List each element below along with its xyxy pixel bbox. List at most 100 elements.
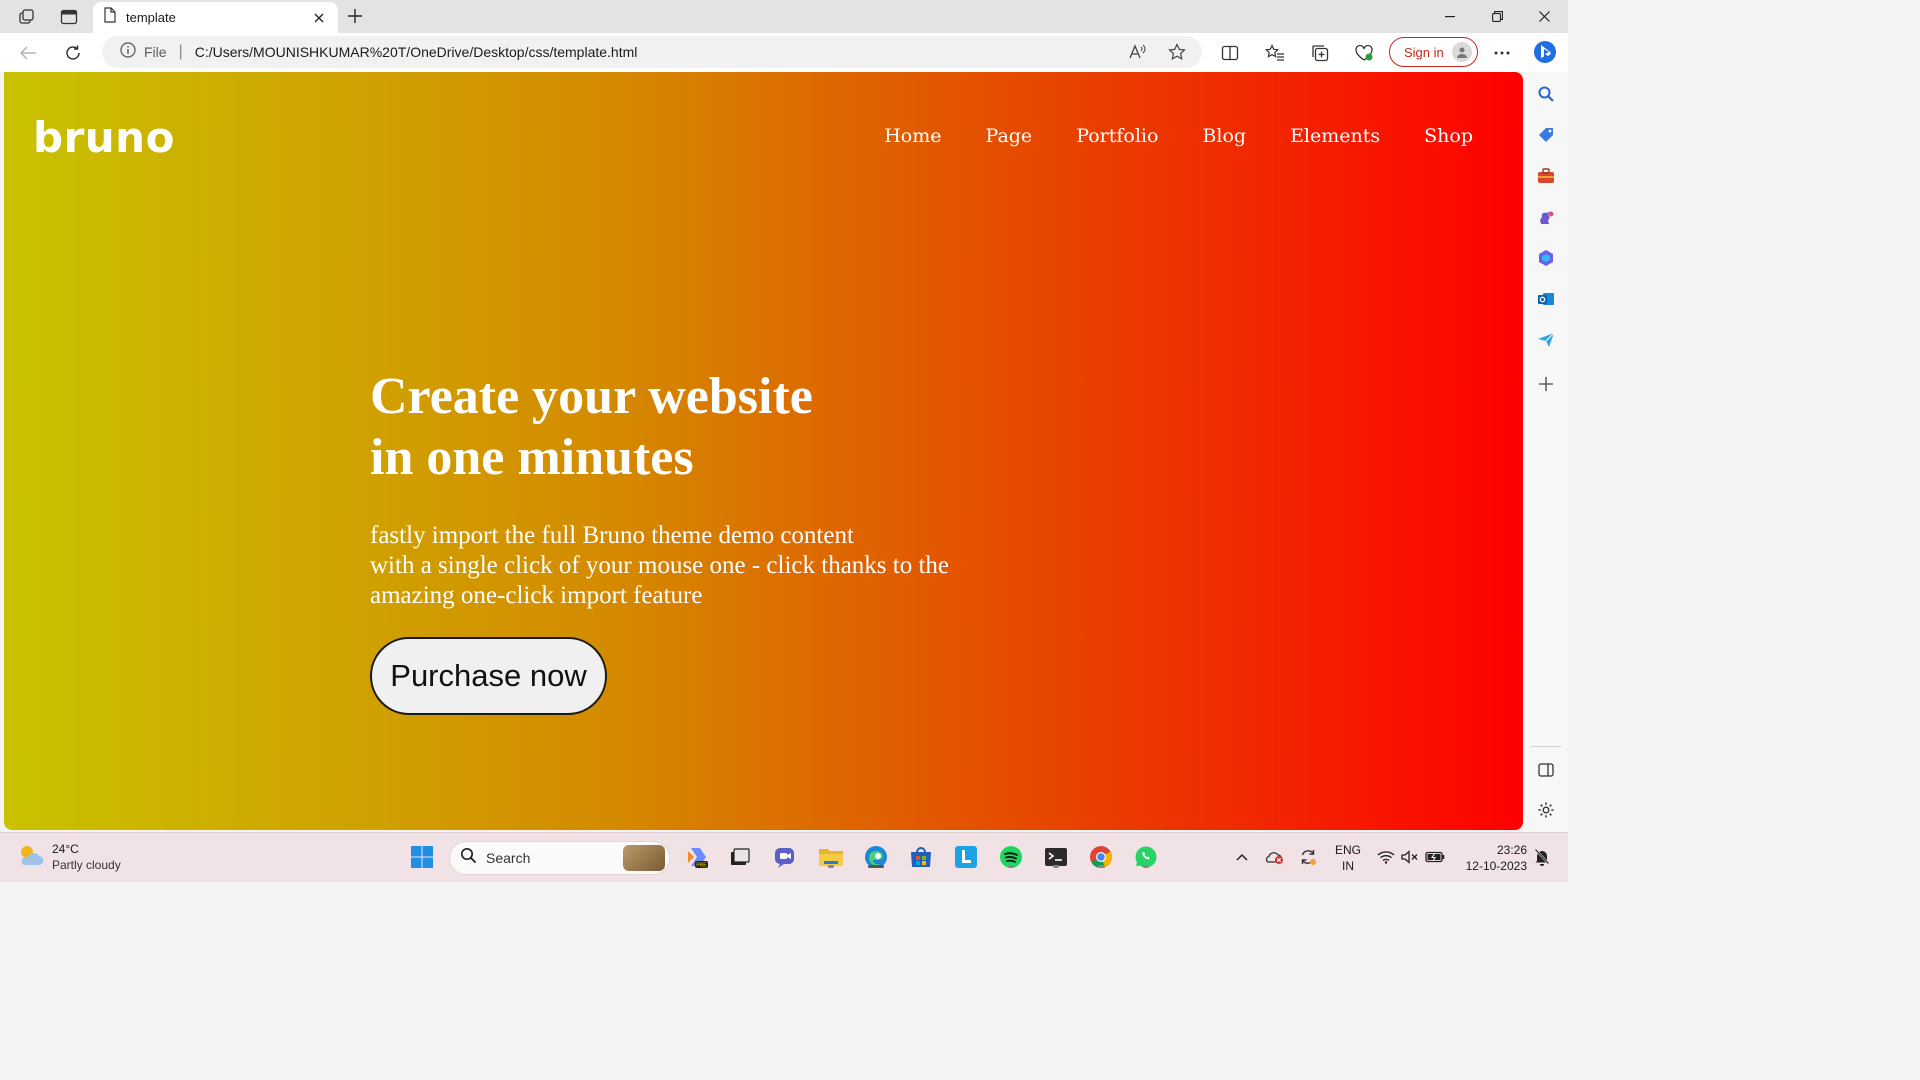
clock-date: 12-10-2023 — [1465, 859, 1527, 873]
weather-condition: Partly cloudy — [52, 858, 121, 872]
sign-in-label: Sign in — [1404, 44, 1444, 60]
restore-icon[interactable] — [1474, 0, 1520, 33]
running-indicator — [1053, 865, 1059, 868]
tab-actions-icon[interactable] — [54, 4, 84, 30]
running-indicator — [868, 865, 884, 868]
microsoft-store-icon[interactable] — [907, 843, 935, 871]
running-indicator — [1143, 865, 1149, 868]
minimize-icon[interactable] — [1427, 0, 1473, 33]
edge-browser-icon[interactable] — [862, 843, 890, 871]
navigation-bar: File | C:/Users/MOUNISHKUMAR%20T/OneDriv… — [0, 33, 1568, 72]
copilot-icon[interactable] — [1529, 36, 1561, 68]
chrome-icon[interactable] — [1087, 843, 1115, 871]
purchase-now-button[interactable]: Purchase now — [370, 637, 607, 715]
running-indicator — [1098, 865, 1104, 868]
close-window-icon[interactable] — [1521, 0, 1567, 33]
copilot-preview-icon[interactable]: PRE — [683, 843, 711, 871]
spotify-icon[interactable] — [997, 843, 1025, 871]
hero-description-line: with a single click of your mouse one - … — [370, 552, 950, 579]
tools-icon[interactable] — [1534, 164, 1558, 188]
sign-in-button[interactable]: Sign in — [1389, 37, 1478, 67]
start-windows-icon[interactable] — [408, 843, 436, 871]
workspaces-icon[interactable] — [12, 4, 42, 30]
menu-item-portfolio[interactable]: Portfolio — [1076, 125, 1158, 147]
back-icon[interactable] — [12, 37, 44, 69]
teams-chat-icon[interactable] — [772, 843, 800, 871]
clock[interactable]: 23:26 12-10-2023 — [1455, 842, 1527, 874]
show-hidden-icons-chevron-icon[interactable] — [1230, 843, 1254, 871]
hero-title-line: in one minutes — [370, 429, 694, 486]
search-highlight-image — [623, 845, 665, 871]
search-icon — [460, 847, 477, 869]
menu-item-page[interactable]: Page — [986, 125, 1033, 147]
new-tab-icon[interactable] — [342, 4, 368, 28]
notifications-do-not-disturb-icon[interactable] — [1530, 843, 1554, 871]
terminal-icon[interactable] — [1042, 843, 1070, 871]
active-tab[interactable]: template — [93, 2, 338, 33]
tab-strip: template — [0, 0, 1568, 33]
read-aloud-icon[interactable] — [1128, 43, 1146, 66]
region-label: IN — [1342, 859, 1354, 873]
weather-temp: 24°C — [52, 842, 79, 856]
battery-charging-icon[interactable] — [1423, 843, 1447, 871]
onedrive-error-icon[interactable] — [1262, 843, 1286, 871]
more-options-icon[interactable] — [1486, 37, 1518, 69]
profile-avatar-icon — [1452, 42, 1472, 62]
sidebar-divider — [1531, 746, 1561, 747]
task-view-icon[interactable] — [726, 843, 754, 871]
favorites-icon[interactable] — [1259, 37, 1291, 69]
browser-essentials-icon[interactable] — [1348, 37, 1380, 69]
add-sidebar-app-icon[interactable] — [1534, 372, 1558, 396]
split-screen-icon[interactable] — [1214, 37, 1246, 69]
close-tab-icon[interactable] — [310, 9, 328, 27]
wifi-icon[interactable] — [1374, 843, 1398, 871]
address-separator: | — [178, 43, 183, 60]
page-viewport: bruno Home Page Portfolio Blog Elements … — [4, 72, 1523, 830]
search-placeholder: Search — [486, 850, 531, 866]
edge-sidebar — [1524, 72, 1568, 832]
outlook-icon[interactable] — [1534, 287, 1558, 311]
search-icon[interactable] — [1534, 82, 1558, 106]
launcher-l-icon[interactable] — [952, 843, 980, 871]
volume-muted-icon[interactable] — [1398, 843, 1422, 871]
url-text[interactable]: C:/Users/MOUNISHKUMAR%20T/OneDrive/Deskt… — [195, 44, 638, 60]
refresh-icon[interactable] — [57, 37, 89, 69]
running-indicator — [828, 865, 834, 868]
site-logo[interactable]: bruno — [33, 113, 175, 162]
hero-title-line: Create your website — [370, 368, 813, 425]
clock-time: 23:26 — [1496, 843, 1527, 857]
drop-send-icon[interactable] — [1534, 328, 1558, 352]
input-language[interactable]: ENG IN — [1332, 842, 1364, 874]
hide-sidebar-icon[interactable] — [1534, 758, 1558, 782]
menu-item-home[interactable]: Home — [884, 125, 941, 147]
microsoft-365-icon[interactable] — [1534, 246, 1558, 270]
language-label: ENG — [1334, 843, 1361, 857]
page-icon — [103, 7, 117, 28]
hero-description: fastly import the full Bruno theme demo … — [370, 521, 949, 611]
file-explorer-icon[interactable] — [817, 843, 845, 871]
favorite-star-icon[interactable] — [1168, 43, 1186, 66]
info-icon[interactable] — [120, 41, 136, 63]
taskbar: 24°C Partly cloudy Search PRE ENG IN 23:… — [0, 832, 1568, 882]
scheme-label: File — [144, 44, 167, 60]
menu-item-shop[interactable]: Shop — [1424, 125, 1473, 147]
whatsapp-icon[interactable] — [1132, 843, 1160, 871]
svg-text:PRE: PRE — [696, 863, 707, 869]
menu-item-elements[interactable]: Elements — [1290, 125, 1380, 147]
games-icon[interactable] — [1534, 205, 1558, 229]
running-indicator — [1008, 865, 1014, 868]
hero-description-line: amazing one-click import feature — [370, 582, 703, 609]
menu-item-blog[interactable]: Blog — [1202, 125, 1246, 147]
collections-icon[interactable] — [1304, 37, 1336, 69]
tab-title: template — [126, 10, 176, 25]
partly-cloudy-icon — [16, 843, 44, 872]
sidebar-settings-icon[interactable] — [1534, 798, 1558, 822]
hero-title: Create your website in one minutes — [370, 366, 813, 488]
site-menu: Home Page Portfolio Blog Elements Shop — [884, 125, 1473, 147]
taskbar-search[interactable]: Search — [449, 841, 670, 875]
sync-icon[interactable] — [1296, 843, 1320, 871]
weather-widget[interactable]: 24°C Partly cloudy — [16, 841, 121, 873]
address-bar[interactable]: File | C:/Users/MOUNISHKUMAR%20T/OneDriv… — [102, 36, 1202, 68]
hero-description-line: fastly import the full Bruno theme demo … — [370, 522, 854, 549]
shopping-tag-icon[interactable] — [1534, 123, 1558, 147]
